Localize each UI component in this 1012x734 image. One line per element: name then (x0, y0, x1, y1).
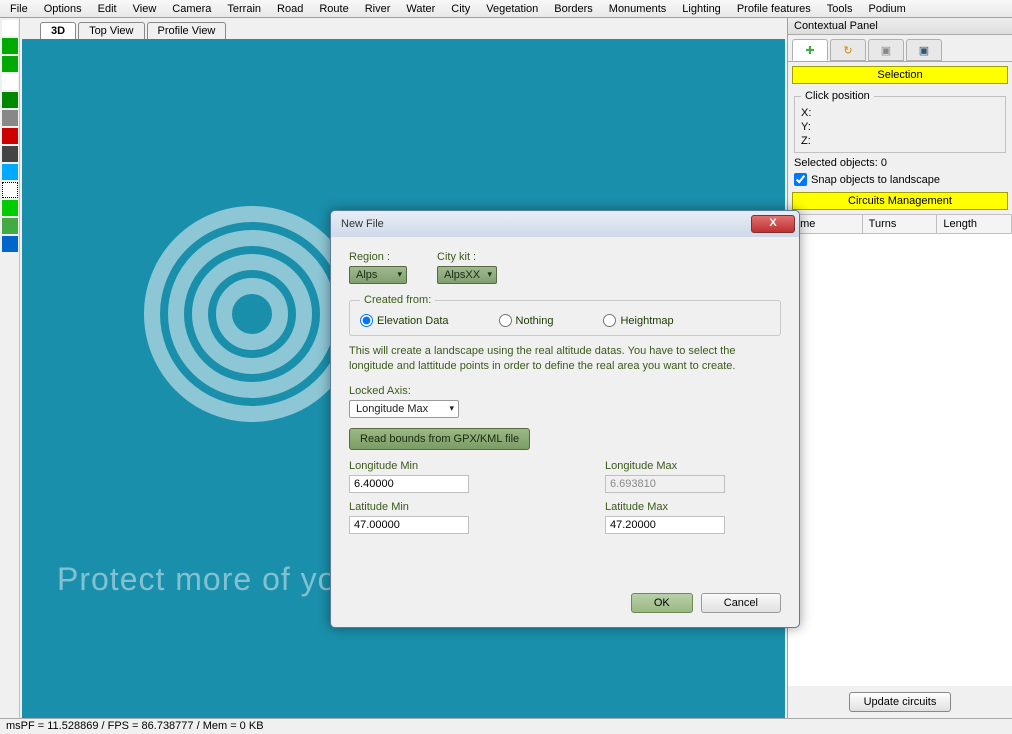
circuits-header: Circuits Management (792, 192, 1008, 210)
cancel-button[interactable]: Cancel (701, 593, 781, 613)
radio-nothing-label: Nothing (516, 315, 554, 327)
circuits-table-body (788, 234, 1012, 686)
longitude-min-label: Longitude Min (349, 460, 525, 472)
ctx-tab-refresh[interactable]: ↻ (830, 39, 866, 61)
tool-icon-8[interactable] (2, 164, 18, 180)
region-select[interactable]: Alps (349, 266, 407, 284)
menu-camera[interactable]: Camera (166, 2, 217, 15)
locked-axis-label: Locked Axis: (349, 385, 781, 397)
menu-view[interactable]: View (127, 2, 163, 15)
circuits-table-header: ame Turns Length (788, 214, 1012, 234)
camera-icon: ▣ (919, 44, 929, 57)
snap-checkbox[interactable] (794, 173, 807, 186)
tab-profile-view[interactable]: Profile View (147, 22, 227, 39)
menu-file[interactable]: File (4, 2, 34, 15)
menu-city[interactable]: City (445, 2, 476, 15)
menu-terrain[interactable]: Terrain (221, 2, 267, 15)
tool-icon-4[interactable] (2, 92, 18, 108)
latitude-max-input[interactable] (605, 516, 725, 534)
update-circuits-button[interactable]: Update circuits (849, 692, 952, 712)
created-from-label: Created from: (360, 294, 435, 306)
click-position-label: Click position (801, 90, 874, 102)
puzzle-icon: ✚ (805, 44, 814, 57)
tool-icon-10[interactable] (2, 200, 18, 216)
contextual-panel: Contextual Panel ✚ ↻ ▣ ▣ Selection Click… (787, 18, 1012, 718)
radio-nothing[interactable] (499, 314, 512, 327)
ctx-tab-square[interactable]: ▣ (868, 39, 904, 61)
longitude-max-label: Longitude Max (605, 460, 781, 472)
tool-icon-2[interactable] (2, 56, 18, 72)
tool-icon-12[interactable] (2, 236, 18, 252)
menu-tools[interactable]: Tools (821, 2, 859, 15)
tool-icon-7[interactable] (2, 146, 18, 162)
menu-profile-features[interactable]: Profile features (731, 2, 817, 15)
tool-icon-0[interactable] (2, 20, 18, 36)
menu-borders[interactable]: Borders (548, 2, 599, 15)
menu-options[interactable]: Options (38, 2, 88, 15)
menu-route[interactable]: Route (313, 2, 354, 15)
refresh-icon: ↻ (843, 44, 852, 57)
menu-road[interactable]: Road (271, 2, 309, 15)
ctx-tab-camera[interactable]: ▣ (906, 39, 942, 61)
click-z: Z: (801, 134, 999, 148)
menubar: File Options Edit View Camera Terrain Ro… (0, 0, 1012, 18)
view-tabs: 3D Top View Profile View (20, 18, 787, 39)
tool-icon-11[interactable] (2, 218, 18, 234)
square-icon: ▣ (881, 44, 891, 57)
col-length[interactable]: Length (937, 215, 1012, 233)
region-label: Region : (349, 251, 407, 263)
latitude-min-input[interactable] (349, 516, 469, 534)
citykit-select[interactable]: AlpsXX (437, 266, 497, 284)
longitude-max-input[interactable] (605, 475, 725, 493)
statusbar: msPF = 11.528869 / FPS = 86.738777 / Mem… (0, 718, 1012, 734)
dialog-close-button[interactable]: X (751, 215, 795, 233)
radio-heightmap[interactable] (603, 314, 616, 327)
latitude-min-label: Latitude Min (349, 501, 525, 513)
citykit-label: City kit : (437, 251, 497, 263)
close-icon: X (769, 217, 776, 229)
dialog-titlebar[interactable]: New File X (331, 211, 799, 237)
click-y: Y: (801, 120, 999, 134)
click-position-group: Click position X: Y: Z: (794, 90, 1006, 153)
tool-icon-5[interactable] (2, 110, 18, 126)
tool-icon-1[interactable] (2, 38, 18, 54)
selection-header: Selection (792, 66, 1008, 84)
tool-icon-6[interactable] (2, 128, 18, 144)
menu-edit[interactable]: Edit (92, 2, 123, 15)
menu-monuments[interactable]: Monuments (603, 2, 672, 15)
dialog-title-text: New File (341, 218, 751, 230)
longitude-min-input[interactable] (349, 475, 469, 493)
radio-elevation-data[interactable] (360, 314, 373, 327)
menu-river[interactable]: River (359, 2, 397, 15)
description-text: This will create a landscape using the r… (349, 344, 781, 375)
tool-icon-9[interactable] (2, 182, 18, 198)
click-x: X: (801, 106, 999, 120)
tab-3d[interactable]: 3D (40, 22, 76, 39)
radio-elevation-label: Elevation Data (377, 315, 449, 327)
locked-axis-select[interactable]: Longitude Max (349, 400, 459, 418)
menu-water[interactable]: Water (400, 2, 441, 15)
panel-title: Contextual Panel (788, 18, 1012, 35)
created-from-group: Created from: Elevation Data Nothing Hei… (349, 294, 781, 336)
new-file-dialog: New File X Region : Alps City kit : Alps… (330, 210, 800, 628)
ok-button[interactable]: OK (631, 593, 693, 613)
radio-heightmap-label: Heightmap (620, 315, 673, 327)
menu-podium[interactable]: Podium (862, 2, 911, 15)
latitude-max-label: Latitude Max (605, 501, 781, 513)
ctx-tab-puzzle[interactable]: ✚ (792, 39, 828, 61)
col-turns[interactable]: Turns (863, 215, 938, 233)
tool-palette (0, 18, 20, 718)
tab-top-view[interactable]: Top View (78, 22, 144, 39)
menu-vegetation[interactable]: Vegetation (480, 2, 544, 15)
read-bounds-button[interactable]: Read bounds from GPX/KML file (349, 428, 530, 450)
snap-label: Snap objects to landscape (811, 174, 940, 186)
tool-icon-3[interactable] (2, 74, 18, 90)
context-tabbar: ✚ ↻ ▣ ▣ (788, 35, 1012, 62)
selected-objects-count: Selected objects: 0 (788, 155, 1012, 171)
menu-lighting[interactable]: Lighting (676, 2, 727, 15)
